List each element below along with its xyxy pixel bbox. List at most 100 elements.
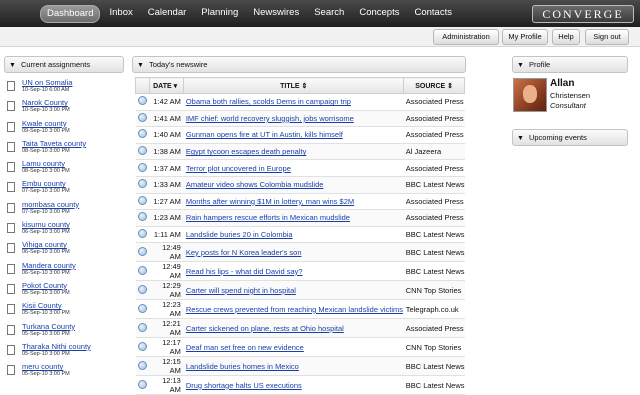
- assignment-link[interactable]: Vihiga county: [22, 240, 67, 249]
- table-row[interactable]: 12:15 AM Landslide buries homes in Mexico…: [135, 356, 465, 377]
- table-row[interactable]: 1:40 AM Gunman opens fire at UT in Austin…: [135, 126, 465, 144]
- top-nav-bar: Dashboard Inbox Calendar Planning Newswi…: [0, 0, 640, 27]
- assignment-link[interactable]: Lamu county: [22, 159, 65, 168]
- news-title-link[interactable]: Key posts for N Korea leader's son: [183, 242, 404, 263]
- table-row[interactable]: 1:38 AM Egypt tycoon escapes death penalt…: [135, 143, 465, 161]
- assignment-link[interactable]: Taita Taveta county: [22, 139, 86, 148]
- assignment-link[interactable]: Mandera county: [22, 261, 76, 270]
- news-title-link[interactable]: Rain hampers rescue efforts in Mexican m…: [183, 209, 404, 227]
- upcoming-events-header[interactable]: ▼ Upcoming events: [512, 129, 628, 146]
- nav-calendar[interactable]: Calendar: [142, 5, 193, 21]
- newswire-item-icon-cell: [135, 242, 150, 263]
- table-row[interactable]: 12:49 AM Key posts for N Korea leader's s…: [135, 242, 465, 263]
- avatar[interactable]: [513, 78, 547, 112]
- assignment-date: 06-Sep-10 3:00 PM: [22, 229, 70, 236]
- news-title-link[interactable]: IMF chief: world recovery sluggish, jobs…: [183, 110, 404, 128]
- news-source: CNN Top Stories: [403, 337, 465, 358]
- assignment-link[interactable]: mombasa county: [22, 200, 79, 209]
- table-row[interactable]: 12:23 AM Rescue crews prevented from reac…: [135, 299, 465, 320]
- newswire-item-icon-cell: [135, 299, 150, 320]
- news-title-link[interactable]: Amateur video shows Colombia mudslide: [183, 176, 404, 194]
- table-row[interactable]: 1:23 AM Rain hampers rescue efforts in Me…: [135, 209, 465, 227]
- assignment-link[interactable]: Tharaka Nithi county: [22, 342, 91, 351]
- document-icon: [7, 162, 15, 173]
- table-row[interactable]: 12:49 AM Read his lips - what did David s…: [135, 261, 465, 282]
- list-item: Embu county 07-Sep-10 3:00 PM: [7, 179, 122, 199]
- assignment-link[interactable]: Narok County: [22, 98, 68, 107]
- news-title-link[interactable]: Carter will spend night in hospital: [183, 280, 404, 301]
- my-profile-button[interactable]: My Profile: [502, 29, 548, 45]
- news-title-link[interactable]: Rescue crews prevented from reaching Mex…: [183, 299, 404, 320]
- administration-button[interactable]: Administration: [433, 29, 499, 45]
- news-time: 1:23 AM: [149, 209, 184, 227]
- assignment-link[interactable]: Turkana County: [22, 322, 75, 331]
- list-item: Tharaka Nithi county 05-Sep-10 3:00 PM: [7, 342, 122, 362]
- table-row[interactable]: 12:17 AM Deaf man set free on new evidenc…: [135, 337, 465, 358]
- news-title-link[interactable]: Months after winning $1M in lottery, man…: [183, 193, 404, 211]
- news-title-link[interactable]: Egypt tycoon escapes death penalty: [183, 143, 404, 161]
- newswire-item-icon-cell: [135, 209, 150, 227]
- assignment-link[interactable]: meru county: [22, 362, 63, 371]
- news-source: BBC Latest News: [403, 356, 465, 377]
- assignment-date: 05-Sep-10 3:00 PM: [22, 371, 70, 378]
- table-row[interactable]: 1:42 AM Obama both rallies, scolds Dems i…: [135, 93, 465, 111]
- assignment-link[interactable]: kisumu county: [22, 220, 70, 229]
- globe-icon: [137, 360, 147, 370]
- news-title-link[interactable]: Landslide buries 20 in Colombia: [183, 226, 404, 244]
- table-row[interactable]: 1:11 AM Landslide buries 20 in Colombia BB…: [135, 226, 465, 244]
- newswire-header[interactable]: ▼ Today's newswire: [132, 56, 466, 73]
- assignment-link[interactable]: Embu county: [22, 179, 66, 188]
- table-row[interactable]: 1:37 AM Terror plot uncovered in Europe As…: [135, 159, 465, 177]
- assignments-header[interactable]: ▼ Current assignments: [4, 56, 124, 73]
- document-icon: [7, 223, 15, 234]
- table-row[interactable]: 12:13 AM Drug shortage halts US execution…: [135, 375, 465, 395]
- nav-search[interactable]: Search: [308, 5, 350, 21]
- assignment-date: 06-Sep-10 3:00 PM: [22, 269, 70, 276]
- source-column-header[interactable]: SOURCE ⇕: [403, 77, 465, 94]
- table-row[interactable]: 12:21 AM Carter sickened on plane, rests …: [135, 318, 465, 339]
- help-button[interactable]: Help: [552, 29, 580, 45]
- globe-icon: [137, 229, 147, 239]
- table-row[interactable]: 1:41 AM IMF chief: world recovery sluggis…: [135, 110, 465, 128]
- app-logo[interactable]: CONVERGE: [532, 5, 634, 23]
- document-icon: [7, 324, 15, 335]
- nav-newswires[interactable]: Newswires: [247, 5, 305, 21]
- table-row[interactable]: 1:33 AM Amateur video shows Colombia muds…: [135, 176, 465, 194]
- news-title-link[interactable]: Drug shortage halts US executions: [183, 375, 404, 395]
- news-title-link[interactable]: Obama both rallies, scolds Dems in campa…: [183, 93, 404, 111]
- news-title-link[interactable]: Read his lips - what did David say?: [183, 261, 404, 282]
- nav-inbox[interactable]: Inbox: [103, 5, 138, 21]
- assignment-link[interactable]: Kwale county: [22, 119, 67, 128]
- assignment-link[interactable]: Kisii County: [22, 301, 62, 310]
- nav-contacts[interactable]: Contacts: [408, 5, 458, 21]
- nav-concepts[interactable]: Concepts: [353, 5, 405, 21]
- news-title-link[interactable]: Terror plot uncovered in Europe: [183, 159, 404, 177]
- assignment-link[interactable]: UN on Somalia: [22, 78, 72, 87]
- news-source: BBC Latest News: [403, 176, 465, 194]
- assignment-date: 06-Sep-10 3:00 PM: [22, 249, 70, 256]
- assignment-link[interactable]: Pokot County: [22, 281, 67, 290]
- collapse-triangle-icon[interactable]: ▼: [517, 131, 524, 146]
- globe-icon: [137, 112, 147, 122]
- table-row[interactable]: 12:29 AM Carter will spend night in hospi…: [135, 280, 465, 301]
- sign-out-button[interactable]: Sign out: [585, 29, 629, 45]
- assignment-date: 08-Sep-10 3:00 PM: [22, 168, 70, 175]
- nav-planning[interactable]: Planning: [195, 5, 244, 21]
- list-item: mombasa county 07-Sep-10 3:00 PM: [7, 200, 122, 220]
- collapse-triangle-icon[interactable]: ▼: [9, 58, 16, 73]
- collapse-triangle-icon[interactable]: ▼: [137, 58, 144, 73]
- date-column-header[interactable]: DATE ▾: [148, 77, 185, 94]
- nav-dashboard[interactable]: Dashboard: [40, 5, 101, 23]
- news-title-link[interactable]: Carter sickened on plane, rests at Ohio …: [183, 318, 404, 339]
- table-row[interactable]: 1:27 AM Months after winning $1M in lotte…: [135, 193, 465, 211]
- list-item: meru county 05-Sep-10 3:00 PM: [7, 362, 122, 382]
- news-title-link[interactable]: Deaf man set free on new evidence: [183, 337, 404, 358]
- list-item: Kwale county 09-Sep-10 3:00 PM: [7, 119, 122, 139]
- news-title-link[interactable]: Gunman opens fire at UT in Austin, kills…: [183, 126, 404, 144]
- newswire-item-icon-cell: [135, 93, 150, 111]
- news-time: 12:49 AM: [149, 242, 184, 263]
- title-column-header[interactable]: TITLE ⇕: [183, 77, 405, 94]
- news-title-link[interactable]: Landslide buries homes in Mexico: [183, 356, 404, 377]
- collapse-triangle-icon[interactable]: ▼: [517, 58, 524, 73]
- profile-header[interactable]: ▼ Profile: [512, 56, 628, 73]
